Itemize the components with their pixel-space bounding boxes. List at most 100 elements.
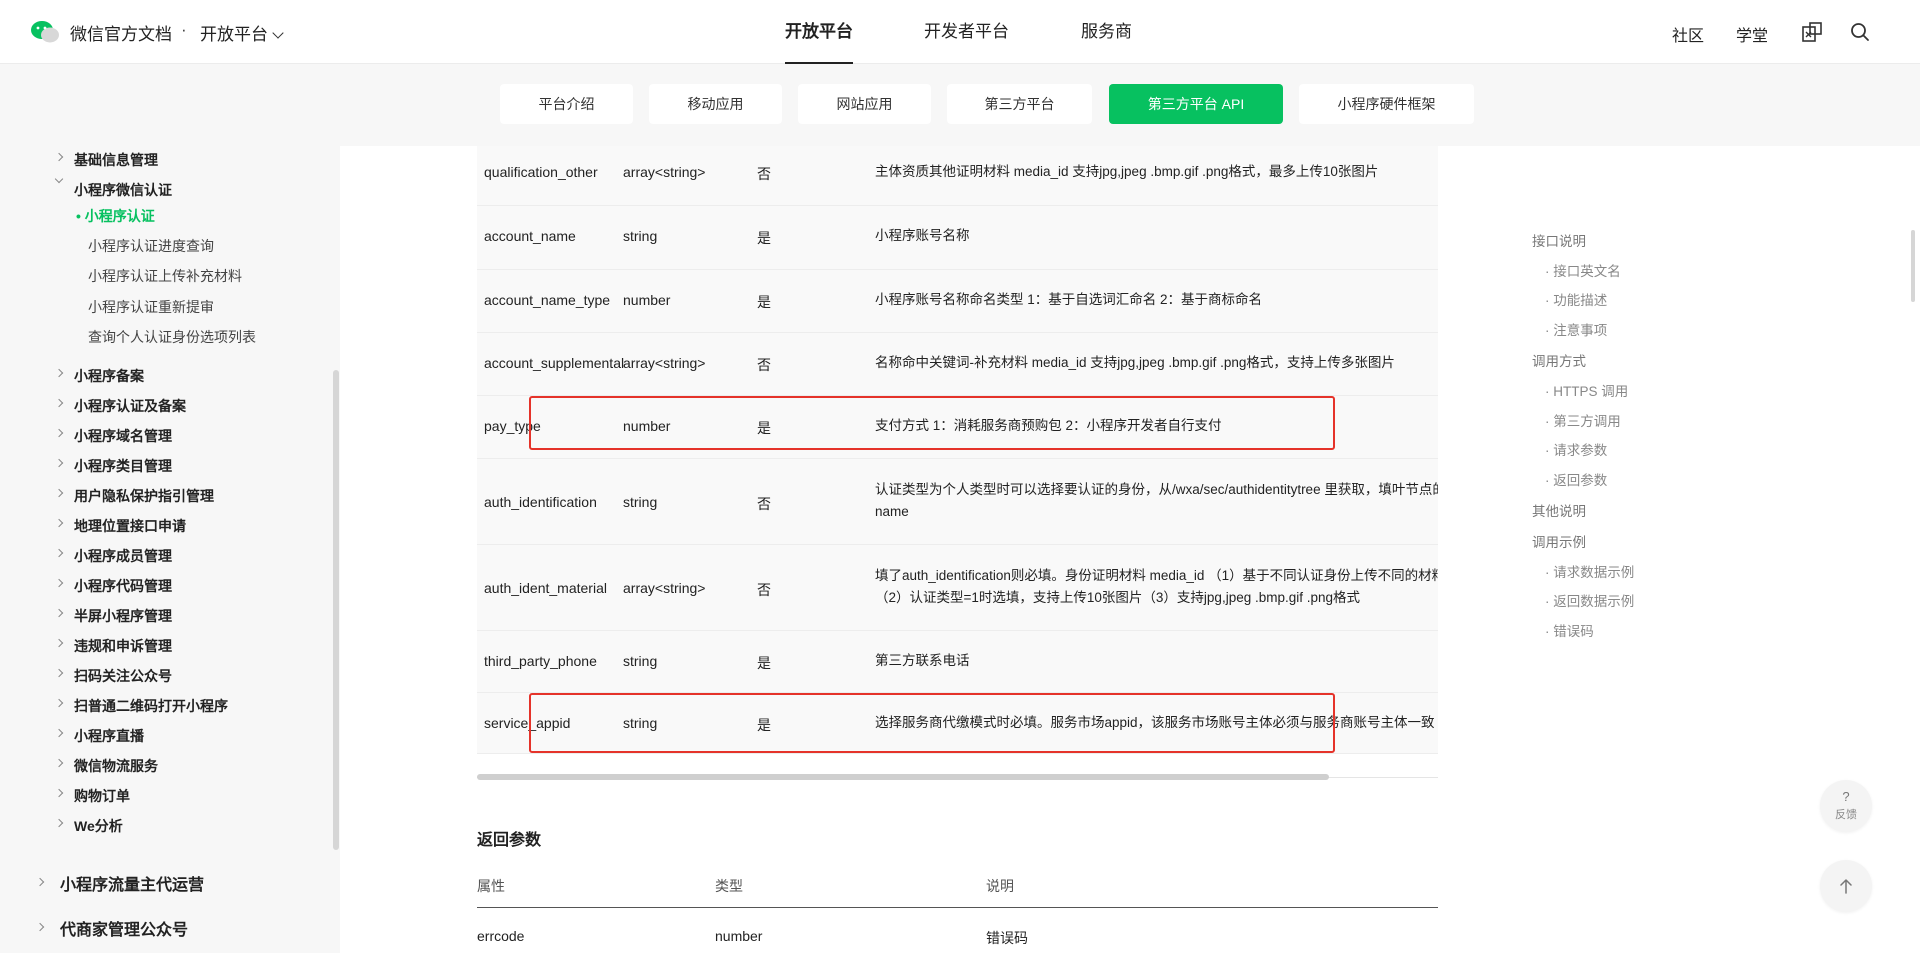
toc-item[interactable]: · 接口英文名 <box>1545 260 1621 280</box>
subnav-hardware-framework[interactable]: 小程序硬件框架 <box>1299 84 1474 124</box>
sidebar-item[interactable]: 微信物流服务 <box>74 756 158 776</box>
param-desc: 小程序账号名称命名类型 1：基于自选词汇命名 2：基于商标命名 <box>875 292 1263 307</box>
toc-item[interactable]: · 功能描述 <box>1545 289 1607 309</box>
param-required: 否 <box>757 357 771 373</box>
return-header-type: 类型 <box>715 878 743 894</box>
toc-item[interactable]: · 返回参数 <box>1545 469 1607 489</box>
sidebar-section[interactable]: 代商家管理公众号 <box>60 916 188 940</box>
sidebar-item-wechat-auth[interactable]: 小程序微信认证 <box>74 180 172 200</box>
toc-item[interactable]: · 返回数据示例 <box>1545 590 1634 610</box>
chevron-right-icon <box>54 578 64 588</box>
param-type: string <box>623 228 658 244</box>
param-desc: name <box>875 504 909 519</box>
sidebar-item[interactable]: 小程序域名管理 <box>74 426 172 446</box>
chevron-right-icon <box>35 877 45 887</box>
param-required: 是 <box>757 230 771 246</box>
return-header-divider <box>477 907 1438 908</box>
search-icon[interactable] <box>1849 21 1871 43</box>
top-header: 微信官方文档 · 开放平台 开放平台 开发者平台 服务商 社区 学堂 <box>0 0 1920 64</box>
param-name: auth_ident_material <box>484 580 607 596</box>
brand-title[interactable]: 微信官方文档 <box>70 20 172 45</box>
table-row: auth_ident_material array<string> 否 填了au… <box>477 545 1438 631</box>
table-row: qualification_other array<string> 否 主体资质… <box>477 146 1438 206</box>
sidebar-subitem[interactable]: 小程序认证重新提审 <box>88 297 214 317</box>
toc-item[interactable]: · 请求数据示例 <box>1545 561 1634 581</box>
chevron-right-icon <box>54 488 64 498</box>
sidebar-item[interactable]: 小程序成员管理 <box>74 546 172 566</box>
param-desc: 认证类型为个人类型时可以选择要认证的身份，从/wxa/sec/authident… <box>875 482 1438 497</box>
sidebar-item[interactable]: 小程序认证及备案 <box>74 396 186 416</box>
sidebar-section[interactable]: 小程序流量主代运营 <box>60 871 204 895</box>
request-params-table: qualification_other array<string> 否 主体资质… <box>477 146 1438 754</box>
subnav-third-party-platform[interactable]: 第三方平台 <box>947 84 1092 124</box>
page-scrollbar[interactable] <box>1911 230 1915 302</box>
chevron-down-icon <box>54 174 64 184</box>
table-horizontal-scrollbar[interactable] <box>477 774 1329 780</box>
param-required: 是 <box>757 655 771 671</box>
sidebar-item[interactable]: 购物订单 <box>74 786 130 806</box>
wechat-logo-icon[interactable] <box>30 20 60 44</box>
param-name: third_party_phone <box>484 653 597 669</box>
chevron-right-icon <box>54 698 64 708</box>
return-param-name: errcode <box>477 928 525 944</box>
sidebar-item[interactable]: 违规和申诉管理 <box>74 636 172 656</box>
sidebar-subitem[interactable]: 查询个人认证身份选项列表 <box>88 327 256 347</box>
toc-item[interactable]: · 错误码 <box>1545 620 1594 640</box>
sidebar-item[interactable]: 小程序类目管理 <box>74 456 172 476</box>
sidebar-scrollbar[interactable] <box>333 370 339 850</box>
param-type: string <box>623 653 658 669</box>
sidebar-item[interactable]: 小程序代码管理 <box>74 576 172 596</box>
toc-item[interactable]: 接口说明 <box>1532 230 1586 250</box>
param-desc: 名称命中关键词-补充材料 media_id 支持jpg,jpeg .bmp.gi… <box>875 355 1395 370</box>
return-header-desc: 说明 <box>986 878 1014 894</box>
param-desc: 填了auth_identification则必填。身份证明材料 media_id… <box>875 568 1438 583</box>
platform-switcher[interactable]: 开放平台 <box>200 20 284 45</box>
toc-item[interactable]: · 第三方调用 <box>1545 410 1621 430</box>
param-desc: 小程序账号名称 <box>875 228 970 243</box>
toc-item[interactable]: · 请求参数 <box>1545 439 1607 459</box>
topnav-open-platform[interactable]: 开放平台 <box>785 0 853 64</box>
chevron-right-icon <box>54 518 64 528</box>
param-desc: 主体资质其他证明材料 media_id 支持jpg,jpeg .bmp.gif … <box>875 164 1379 179</box>
sidebar-item[interactable]: 小程序直播 <box>74 726 144 746</box>
toc-item[interactable]: 调用示例 <box>1532 531 1586 551</box>
toc-item[interactable]: 其他说明 <box>1532 500 1586 520</box>
sidebar-item[interactable]: 小程序备案 <box>74 366 144 386</box>
sidebar-item[interactable]: 半屏小程序管理 <box>74 606 172 626</box>
chevron-right-icon <box>54 152 64 162</box>
param-name: qualification_other <box>484 164 598 180</box>
sidebar-item-basic-info[interactable]: 基础信息管理 <box>74 150 158 170</box>
academy-link[interactable]: 学堂 <box>1736 22 1768 46</box>
highlight-box-pay-type <box>529 396 1335 450</box>
toc-item[interactable]: · HTTPS 调用 <box>1545 380 1628 400</box>
sidebar-subitem[interactable]: 小程序认证上传补充材料 <box>88 266 242 286</box>
chevron-right-icon <box>54 818 64 828</box>
sidebar-subitem[interactable]: 小程序认证进度查询 <box>88 236 214 256</box>
subnav-third-party-api[interactable]: 第三方平台 API <box>1109 84 1283 124</box>
table-row: auth_identification string 否 认证类型为个人类型时可… <box>477 459 1438 545</box>
subnav-mobile-app[interactable]: 移动应用 <box>649 84 782 124</box>
community-link[interactable]: 社区 <box>1672 22 1704 46</box>
sidebar-item[interactable]: 地理位置接口申请 <box>74 516 186 536</box>
left-sidebar: 基础信息管理 小程序微信认证 • 小程序认证 小程序认证进度查询 小程序认证上传… <box>0 146 340 953</box>
sidebar-item[interactable]: 扫普通二维码打开小程序 <box>74 696 228 716</box>
subnav-website-app[interactable]: 网站应用 <box>798 84 931 124</box>
miniprogram-icon[interactable] <box>1801 21 1823 43</box>
back-to-top-button[interactable] <box>1820 860 1872 912</box>
topnav-service-provider[interactable]: 服务商 <box>1081 0 1132 64</box>
sidebar-item-active[interactable]: • 小程序认证 <box>76 206 155 226</box>
param-name: account_supplemental <box>484 355 625 371</box>
sidebar-item[interactable]: 扫码关注公众号 <box>74 666 172 686</box>
sub-navigation: 平台介绍 移动应用 网站应用 第三方平台 第三方平台 API 小程序硬件框架 <box>0 64 1920 146</box>
param-name: account_name <box>484 228 576 244</box>
param-name: auth_identification <box>484 494 597 510</box>
toc-item[interactable]: 调用方式 <box>1532 350 1586 370</box>
param-required: 否 <box>757 166 771 182</box>
toc-item[interactable]: · 注意事项 <box>1545 319 1607 339</box>
topnav-developer-platform[interactable]: 开发者平台 <box>924 0 1009 64</box>
feedback-button[interactable]: ? 反馈 <box>1820 780 1872 832</box>
sidebar-item[interactable]: We分析 <box>74 816 123 836</box>
table-row: third_party_phone string 是 第三方联系电话 <box>477 631 1438 693</box>
subnav-platform-intro[interactable]: 平台介绍 <box>500 84 633 124</box>
sidebar-item[interactable]: 用户隐私保护指引管理 <box>74 486 214 506</box>
